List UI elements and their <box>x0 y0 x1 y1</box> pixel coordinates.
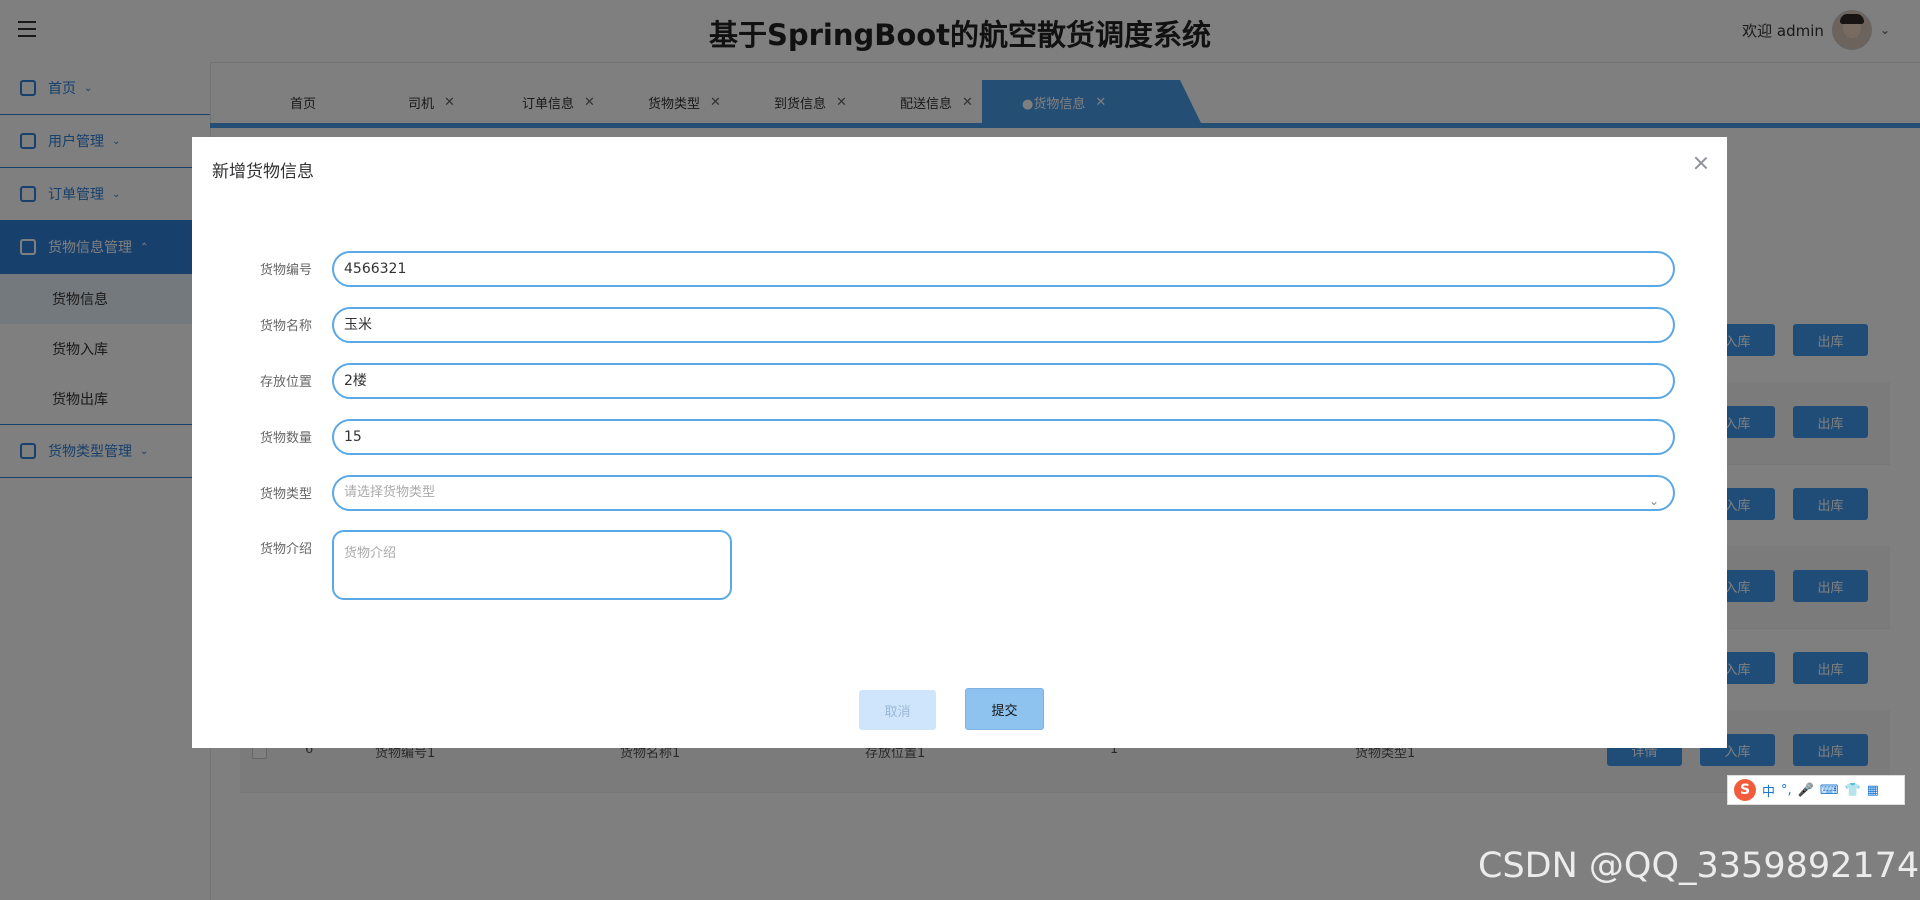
location-input[interactable]: 2楼 <box>332 363 1675 399</box>
ime-toolbar[interactable]: S 中 °, 🎤 ⌨ 👕 ▦ <box>1727 775 1905 805</box>
cancel-button[interactable]: 取消 <box>859 690 936 730</box>
cargo-type-select[interactable]: 请选择货物类型 ⌄ <box>332 475 1675 511</box>
watermark: CSDN @QQ_3359892174 <box>1478 846 1920 886</box>
form-row-name: 货物名称 玉米 <box>192 307 1727 343</box>
cargo-code-label: 货物编号 <box>259 263 312 278</box>
cargo-code-input[interactable]: 4566321 <box>332 251 1675 287</box>
quantity-input[interactable]: 15 <box>332 419 1675 455</box>
cargo-type-label: 货物类型 <box>259 487 312 502</box>
intro-label: 货物介绍 <box>259 542 312 557</box>
sogou-logo-icon: S <box>1734 779 1756 801</box>
quantity-label: 货物数量 <box>259 431 312 446</box>
grid-icon[interactable]: ▦ <box>1867 783 1879 798</box>
form-row-location: 存放位置 2楼 <box>192 363 1727 399</box>
close-icon[interactable] <box>1693 155 1709 171</box>
keyboard-icon[interactable]: ⌨ <box>1820 783 1839 798</box>
cargo-name-label: 货物名称 <box>259 319 312 334</box>
submit-button[interactable]: 提交 <box>965 688 1044 730</box>
add-cargo-dialog: 新增货物信息 货物编号 4566321 货物名称 玉米 存放位置 2楼 货物数量… <box>192 137 1727 748</box>
microphone-icon[interactable]: 🎤 <box>1798 783 1814 798</box>
form-row-quantity: 货物数量 15 <box>192 419 1727 455</box>
punctuation-icon[interactable]: °, <box>1781 783 1792 798</box>
form-row-type: 货物类型 请选择货物类型 ⌄ <box>192 475 1727 511</box>
ime-mode-label[interactable]: 中 <box>1762 781 1775 800</box>
app-root: 基于SpringBoot的航空散货调度系统 欢迎 admin ⌄ 首页 ⌄ 用户… <box>0 0 1920 900</box>
dialog-title: 新增货物信息 <box>212 162 314 182</box>
chevron-down-icon: ⌄ <box>1648 494 1659 508</box>
location-label: 存放位置 <box>259 375 312 390</box>
select-placeholder: 请选择货物类型 <box>344 485 436 500</box>
form-row-intro: 货物介绍 货物介绍 <box>192 530 1727 600</box>
intro-textarea[interactable]: 货物介绍 <box>332 530 732 600</box>
cargo-name-input[interactable]: 玉米 <box>332 307 1675 343</box>
form-row-code: 货物编号 4566321 <box>192 251 1727 287</box>
skin-icon[interactable]: 👕 <box>1845 783 1861 798</box>
